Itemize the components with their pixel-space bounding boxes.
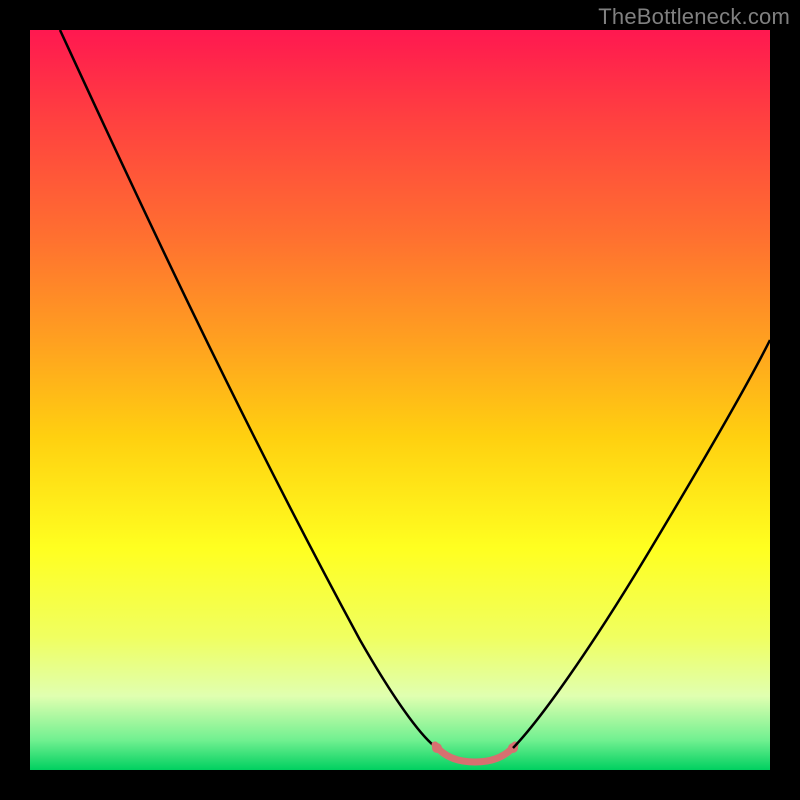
flat-start-dot bbox=[432, 743, 442, 753]
curve-flat-bottom bbox=[435, 745, 515, 762]
curve-left bbox=[60, 30, 437, 748]
plot-area bbox=[30, 30, 770, 770]
watermark-text: TheBottleneck.com bbox=[598, 4, 790, 30]
bottleneck-curve bbox=[30, 30, 770, 770]
chart-frame: TheBottleneck.com bbox=[0, 0, 800, 800]
curve-right bbox=[513, 340, 770, 748]
